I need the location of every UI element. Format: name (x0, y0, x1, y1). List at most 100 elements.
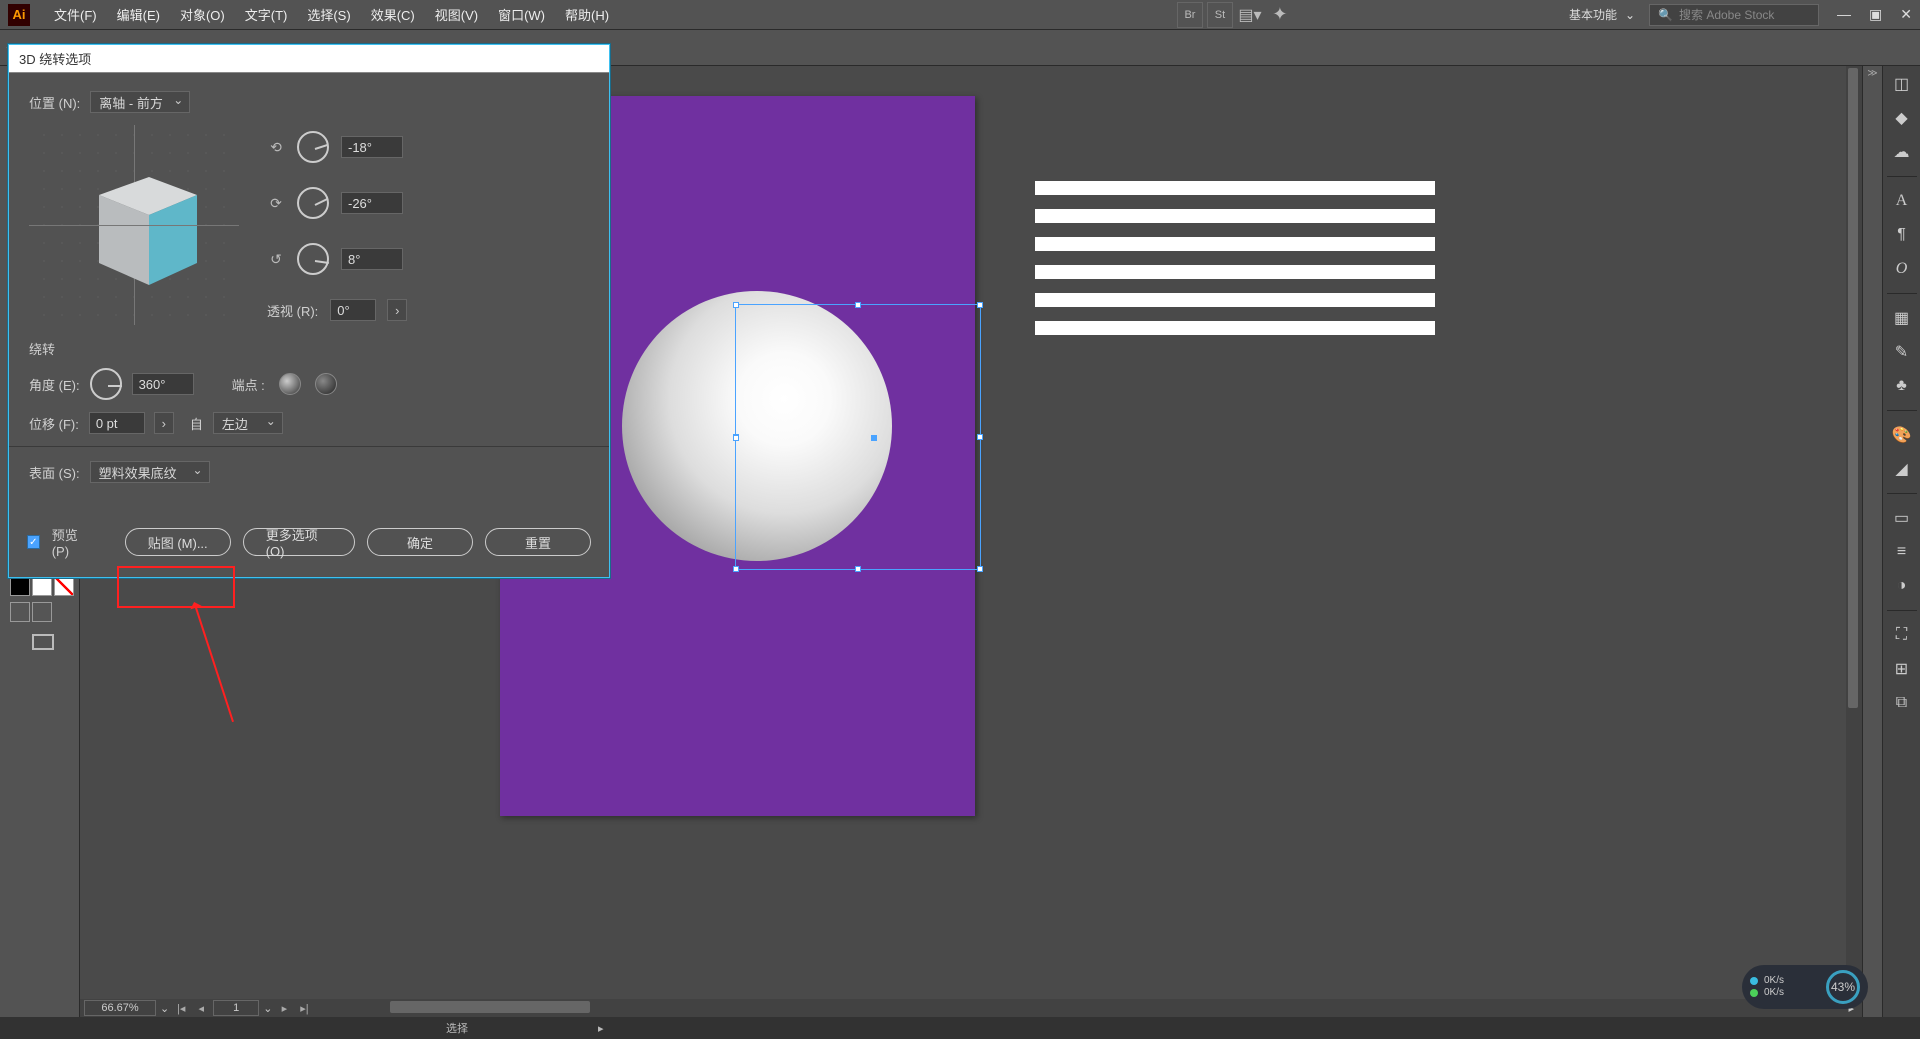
menu-edit[interactable]: 编辑(E) (107, 0, 170, 30)
cap-on-icon[interactable] (279, 373, 301, 395)
window-minimize-icon[interactable]: — (1837, 6, 1851, 23)
search-icon: 🔍 (1658, 8, 1673, 22)
surface-label: 表面 (S): (29, 463, 80, 482)
reset-button[interactable]: 重置 (485, 528, 591, 556)
cc-icon[interactable]: ☁ (1890, 140, 1914, 164)
anchor-point[interactable] (733, 435, 739, 441)
position-value: 离轴 - 前方 (99, 93, 163, 112)
character-icon[interactable]: A (1890, 189, 1914, 213)
angle-label: 角度 (E): (29, 375, 80, 394)
artboards-icon[interactable]: ⧉ (1890, 691, 1914, 715)
rotate-y-input[interactable]: -26° (341, 192, 403, 214)
rotation-track-cube[interactable] (29, 125, 239, 325)
artboard-dropdown-icon[interactable]: ⌄ (263, 1002, 272, 1015)
draw-normal-icon[interactable] (10, 602, 30, 622)
selection-handle[interactable] (733, 302, 739, 308)
menu-help[interactable]: 帮助(H) (555, 0, 619, 30)
revolve-section-label: 绕转 (29, 339, 589, 358)
brushes-icon[interactable]: ✎ (1890, 340, 1914, 364)
draw-mode-buttons[interactable] (10, 602, 52, 622)
menu-view[interactable]: 视图(V) (425, 0, 488, 30)
status-bar: 选择 ▸ (0, 1017, 1920, 1039)
selection-handle[interactable] (733, 566, 739, 572)
surface-dropdown[interactable]: 塑料效果底纹 (90, 461, 210, 483)
screen-mode-icon[interactable] (32, 634, 54, 650)
stroke-icon[interactable]: ▭ (1890, 506, 1914, 530)
selection-handle[interactable] (855, 566, 861, 572)
gradient-icon[interactable]: ◢ (1890, 457, 1914, 481)
selection-bounding-box[interactable] (735, 304, 981, 570)
menu-type[interactable]: 文字(T) (235, 0, 298, 30)
rotate-z-input[interactable]: 8° (341, 248, 403, 270)
more-options-button[interactable]: 更多选项 (O) (243, 528, 355, 556)
arrange-docs-icon[interactable]: ▤▾ (1237, 2, 1263, 28)
fill-stroke-swatches[interactable] (10, 576, 74, 596)
chevron-down-icon: ⌄ (1625, 8, 1635, 22)
color-icon[interactable]: 🎨 (1890, 423, 1914, 447)
selection-handle[interactable] (977, 434, 983, 440)
rotate-z-dial[interactable] (297, 243, 329, 275)
workspace-switcher[interactable]: 基本功能⌄ (1561, 6, 1643, 23)
align-icon[interactable]: ≡ (1890, 540, 1914, 564)
draw-behind-icon[interactable] (32, 602, 52, 622)
anchor-point[interactable] (871, 435, 877, 441)
next-artboard-icon[interactable]: ▸ (276, 1001, 292, 1015)
zoom-dropdown-icon[interactable]: ⌄ (160, 1002, 169, 1015)
pathfinder-icon[interactable]: ⊞ (1890, 657, 1914, 681)
scrollbar-thumb[interactable] (390, 1001, 590, 1013)
revolve-angle-dial[interactable] (90, 368, 122, 400)
revolve-angle-input[interactable]: 360° (132, 373, 194, 395)
libraries-icon[interactable]: ◫ (1890, 72, 1914, 96)
offset-stepper[interactable]: › (154, 412, 174, 434)
offset-input[interactable]: 0 pt (89, 412, 145, 434)
white-bars-pattern (1035, 181, 1435, 349)
perspective-stepper[interactable]: › (387, 299, 407, 321)
scrollbar-thumb[interactable] (1848, 68, 1858, 708)
none-swatch[interactable] (54, 576, 74, 596)
menu-file[interactable]: 文件(F) (44, 0, 107, 30)
search-stock-input[interactable]: 🔍 搜索 Adobe Stock (1649, 4, 1819, 26)
rotate-x-icon: ⟲ (267, 138, 285, 156)
app-logo: Ai (8, 4, 30, 26)
preview-checkbox[interactable]: ✓ (27, 535, 40, 549)
window-maximize-icon[interactable]: ▣ (1869, 6, 1882, 23)
map-art-button[interactable]: 贴图 (M)... (125, 528, 231, 556)
rotate-y-dial[interactable] (297, 187, 329, 219)
swatches-icon[interactable]: ▦ (1890, 306, 1914, 330)
zoom-level[interactable]: 66.67% (84, 1000, 156, 1016)
position-dropdown[interactable]: 离轴 - 前方 (90, 91, 190, 113)
menu-object[interactable]: 对象(O) (170, 0, 235, 30)
from-dropdown[interactable]: 左边 (213, 412, 283, 434)
menu-select[interactable]: 选择(S) (297, 0, 360, 30)
meter-percent: 43% (1826, 970, 1860, 1004)
artboard-number[interactable]: 1 (213, 1000, 259, 1016)
perspective-input[interactable]: 0° (330, 299, 376, 321)
window-close-icon[interactable]: ✕ (1900, 6, 1912, 23)
bridge-icon[interactable]: Br (1177, 2, 1203, 28)
symbols-icon[interactable]: ♣ (1890, 374, 1914, 398)
prev-artboard-icon[interactable]: ◂ (193, 1001, 209, 1015)
transparency-icon[interactable]: ◑ (1890, 574, 1914, 598)
last-artboard-icon[interactable]: ▸| (296, 1001, 312, 1015)
selection-handle[interactable] (977, 566, 983, 572)
stroke-swatch[interactable] (32, 576, 52, 596)
rotate-x-dial[interactable] (297, 131, 329, 163)
fill-swatch[interactable] (10, 576, 30, 596)
opentype-icon[interactable]: O (1890, 257, 1914, 281)
menu-effect[interactable]: 效果(C) (361, 0, 425, 30)
vertical-scrollbar[interactable] (1846, 66, 1862, 999)
panel-collapse-icon[interactable]: ≫ (1862, 66, 1882, 1017)
paragraph-icon[interactable]: ¶ (1890, 223, 1914, 247)
menu-window[interactable]: 窗口(W) (488, 0, 555, 30)
selection-handle[interactable] (977, 302, 983, 308)
cap-off-icon[interactable] (315, 373, 337, 395)
selection-handle[interactable] (855, 302, 861, 308)
transform-icon[interactable]: ⛶ (1890, 623, 1914, 647)
ok-button[interactable]: 确定 (367, 528, 473, 556)
gpu-icon[interactable]: ✦ (1267, 2, 1293, 28)
status-menu-icon[interactable]: ▸ (598, 1022, 604, 1035)
first-artboard-icon[interactable]: |◂ (173, 1001, 189, 1015)
stock-icon[interactable]: St (1207, 2, 1233, 28)
rotate-x-input[interactable]: -18° (341, 136, 403, 158)
layers-icon[interactable]: ◆ (1890, 106, 1914, 130)
